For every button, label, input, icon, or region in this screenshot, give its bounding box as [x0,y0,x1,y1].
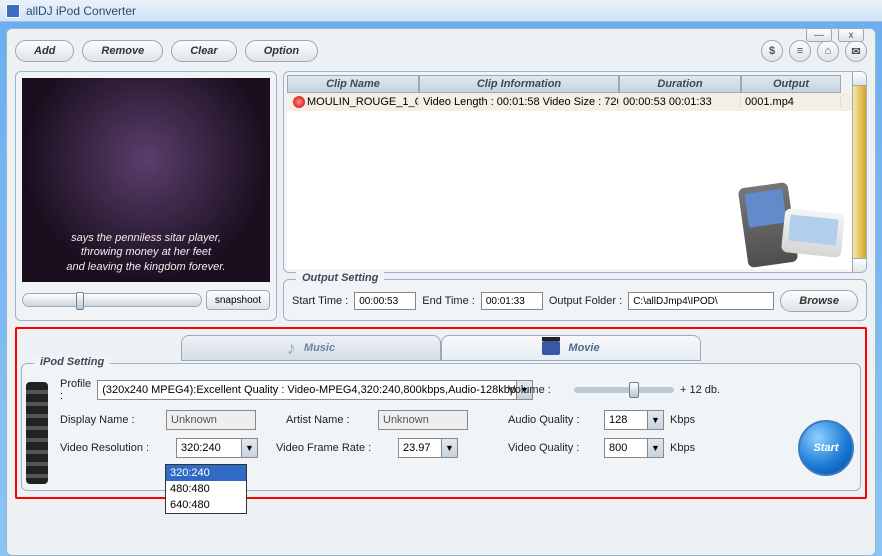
clip-name-cell: MOULIN_ROUGE_1_C [307,96,419,108]
video-frame-rate-select[interactable]: 23.97 ▼ [398,438,458,458]
toolbar: Add Remove Clear Option $ ≡ ⌂ ✉ [15,35,867,67]
dropdown-option[interactable]: 480:480 [166,481,246,497]
kbps-label-2: Kbps [670,442,695,454]
purchase-icon[interactable]: $ [761,40,783,62]
add-button[interactable]: Add [15,40,74,62]
film-strip-icon [26,382,48,484]
titlebar: allDJ iPod Converter [0,0,882,22]
snapshoot-button[interactable]: snapshoot [206,290,270,310]
list-icon[interactable]: ≡ [789,40,811,62]
dropdown-option[interactable]: 320:240 [166,465,246,481]
chevron-down-icon: ▼ [647,439,663,457]
output-folder-input[interactable] [628,292,774,310]
seek-slider[interactable] [22,293,202,307]
settings-tabs-area: ♪ Music Movie iPod Setting Profile : (32… [15,327,867,499]
chevron-down-icon: ▼ [241,439,257,457]
option-button[interactable]: Option [245,40,318,62]
audio-quality-label: Audio Quality : [508,414,598,426]
close-button[interactable]: x [838,28,864,42]
window-controls: — x [806,28,864,42]
list-row[interactable]: MOULIN_ROUGE_1_C Video Length : 00:01:58… [287,93,863,111]
output-legend: Output Setting [296,272,384,284]
output-setting-panel: Output Setting Start Time : End Time : O… [283,279,867,321]
display-name-input[interactable] [166,410,256,430]
audio-quality-select[interactable]: 128 ▼ [604,410,664,430]
mail-icon[interactable]: ✉ [845,40,867,62]
video-preview: says the penniless sitar player, throwin… [22,78,270,282]
volume-value: + 12 db. [680,384,720,396]
clear-button[interactable]: Clear [171,40,237,62]
header-clip-info[interactable]: Clip Information [419,75,619,93]
video-resolution-select[interactable]: 320:240 ▼ [176,438,258,458]
chevron-down-icon: ▼ [441,439,457,457]
subtitle-text: says the penniless sitar player, throwin… [66,231,225,274]
profile-select[interactable]: (320x240 MPEG4):Excellent Quality : Vide… [97,380,533,400]
tab-movie-label: Movie [568,342,599,354]
clapperboard-icon [542,341,560,355]
video-quality-value: 800 [609,442,627,454]
scroll-down-button[interactable] [853,258,866,272]
ipod-setting-panel: iPod Setting Profile : (320x240 MPEG4):E… [21,363,861,491]
home-icon[interactable]: ⌂ [817,40,839,62]
video-quality-select[interactable]: 800 ▼ [604,438,664,458]
output-folder-label: Output Folder : [549,295,622,307]
preview-panel: says the penniless sitar player, throwin… [15,71,277,321]
tab-music-label: Music [304,342,335,354]
end-time-input[interactable] [481,292,543,310]
remove-button[interactable]: Remove [82,40,163,62]
browse-button[interactable]: Browse [780,290,858,312]
start-time-label: Start Time : [292,295,348,307]
start-time-input[interactable] [354,292,416,310]
list-header: Clip Name Clip Information Duration Outp… [287,75,863,93]
clip-output-cell: 0001.mp4 [741,96,841,108]
music-note-icon: ♪ [287,338,296,359]
audio-quality-value: 128 [609,414,627,426]
artist-name-input[interactable] [378,410,468,430]
video-resolution-value: 320:240 [181,442,221,454]
clip-list-panel: Clip Name Clip Information Duration Outp… [283,71,867,273]
video-quality-label: Video Quality : [508,442,598,454]
app-icon [6,4,20,18]
clip-duration-cell: 00:00:53 00:01:33 [619,96,741,108]
profile-value: (320x240 MPEG4):Excellent Quality : Vide… [102,384,516,396]
volume-slider[interactable] [574,387,674,393]
video-frame-rate-value: 23.97 [403,442,431,454]
video-frame-rate-label: Video Frame Rate : [276,442,392,454]
kbps-label: Kbps [670,414,695,426]
list-body: MOULIN_ROUGE_1_C Video Length : 00:01:58… [287,93,863,269]
header-output[interactable]: Output [741,75,841,93]
tab-music[interactable]: ♪ Music [181,335,441,361]
minimize-button[interactable]: — [806,28,832,42]
start-button-label: Start [813,442,838,454]
main-window: Add Remove Clear Option $ ≡ ⌂ ✉ says the… [6,28,876,556]
scroll-up-button[interactable] [853,72,866,86]
display-name-label: Display Name : [60,414,160,426]
video-resolution-label: Video Resolution : [60,442,170,454]
ipod-legend: iPod Setting [34,356,110,368]
dropdown-option[interactable]: 640:480 [166,497,246,513]
header-duration[interactable]: Duration [619,75,741,93]
resolution-dropdown[interactable]: 320:240 480:480 640:480 [165,464,247,514]
clip-icon [293,96,305,108]
end-time-label: End Time : [422,295,475,307]
volume-label: Volume : [508,384,568,396]
artist-name-label: Artist Name : [286,414,372,426]
chevron-down-icon: ▼ [647,411,663,429]
preview-controls: snapshoot [22,286,270,314]
clip-info-cell: Video Length : 00:01:58 Video Size : 720… [419,96,619,108]
ipod-artwork [723,165,843,265]
start-button[interactable]: Start [798,420,854,476]
header-clip-name[interactable]: Clip Name [287,75,419,93]
profile-label: Profile : [60,378,91,402]
tab-movie[interactable]: Movie [441,335,701,361]
list-scrollbar[interactable] [852,72,866,272]
app-title: allDJ iPod Converter [26,4,136,18]
